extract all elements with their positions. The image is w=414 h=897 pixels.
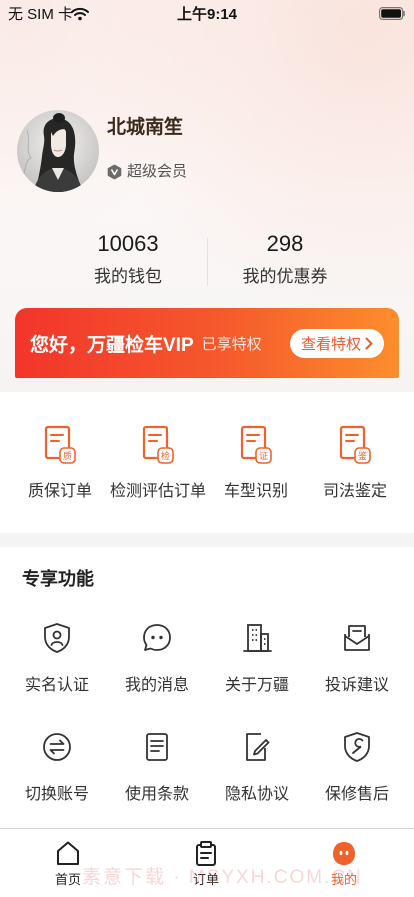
shield-wrench-icon bbox=[344, 732, 370, 762]
avatar[interactable] bbox=[17, 110, 99, 192]
feature-label: 实名认证 bbox=[24, 677, 89, 694]
feature-messages[interactable]: 我的消息 bbox=[107, 621, 207, 711]
inspection-document-icon: 检 bbox=[142, 425, 174, 464]
switch-account-icon bbox=[43, 733, 71, 761]
chevron-right-icon bbox=[365, 337, 373, 350]
order-item-model-recognition[interactable]: 证 车型识别 bbox=[206, 392, 306, 533]
order-badge-text: 证 bbox=[259, 451, 268, 461]
feature-real-name[interactable]: 实名认证 bbox=[7, 621, 107, 711]
warranty-document-icon: 质 bbox=[44, 425, 76, 464]
order-label-judicial-appraisal: 司法鉴定 bbox=[322, 483, 387, 500]
mail-document-icon bbox=[344, 625, 370, 651]
tab-mine[interactable]: 我的 bbox=[294, 829, 394, 896]
feature-label: 使用条款 bbox=[124, 786, 189, 803]
feature-label: 保修售后 bbox=[324, 786, 389, 803]
status-time: 上午9:14 bbox=[176, 6, 238, 23]
coupon-value: 298 bbox=[266, 231, 304, 256]
features-section: 专享功能 实名认证 我的消息 关于万疆 投诉建议 切换账号 使用条款 隐私协议 … bbox=[0, 547, 414, 828]
order-item-warranty[interactable]: 质 质保订单 bbox=[10, 392, 110, 533]
building-icon bbox=[243, 624, 272, 652]
order-item-judicial-appraisal[interactable]: 鉴 司法鉴定 bbox=[305, 392, 405, 533]
view-privileges-button[interactable]: 查看特权 bbox=[290, 329, 384, 358]
features-title: 专享功能 bbox=[22, 569, 94, 589]
appraisal-document-icon: 鉴 bbox=[339, 425, 371, 464]
order-label-warranty: 质保订单 bbox=[27, 483, 92, 500]
order-badge-text: 鉴 bbox=[358, 450, 367, 461]
tab-home-label: 首页 bbox=[54, 872, 81, 887]
home-icon bbox=[57, 841, 79, 865]
vip-banner-text: 您好，万疆检车VIP 已享特权 bbox=[30, 308, 262, 378]
orders-section: 质 质保订单 检 检测评估订单 证 车型识别 鉴 司法鉴定 bbox=[0, 392, 414, 533]
coupon-stat[interactable]: 298 我的优惠券 bbox=[205, 230, 365, 289]
feature-switch-account[interactable]: 切换账号 bbox=[7, 730, 107, 820]
clipboard-icon bbox=[196, 841, 216, 866]
vip-greeting: 您好，万疆检车VIP bbox=[30, 334, 194, 356]
document-icon bbox=[146, 733, 168, 761]
tab-bar: 首页 订单 我的 bbox=[0, 828, 414, 897]
order-label-inspection: 检测评估订单 bbox=[109, 483, 206, 500]
document-edit-icon bbox=[246, 733, 270, 761]
message-bubble-icon bbox=[143, 624, 171, 651]
coupon-label: 我的优惠券 bbox=[242, 267, 328, 286]
feature-warranty-service[interactable]: 保修售后 bbox=[307, 730, 407, 820]
feature-privacy[interactable]: 隐私协议 bbox=[207, 730, 307, 820]
model-document-icon: 证 bbox=[240, 425, 272, 464]
tab-orders[interactable]: 订单 bbox=[156, 829, 256, 896]
order-badge-text: 质 bbox=[63, 450, 72, 461]
tab-home[interactable]: 首页 bbox=[18, 829, 118, 896]
mine-face-icon bbox=[333, 842, 355, 865]
wallet-value: 10063 bbox=[97, 231, 159, 256]
battery-icon bbox=[379, 7, 405, 20]
tab-mine-label: 我的 bbox=[330, 872, 357, 887]
feature-label: 关于万疆 bbox=[224, 677, 289, 694]
order-badge-text: 检 bbox=[161, 450, 170, 461]
member-level-label: 超级会员 bbox=[127, 163, 188, 180]
tab-orders-label: 订单 bbox=[192, 872, 219, 887]
order-label-model-recognition: 车型识别 bbox=[223, 483, 288, 500]
wallet-stat[interactable]: 10063 我的钱包 bbox=[48, 230, 208, 289]
feature-label: 投诉建议 bbox=[324, 677, 389, 694]
feature-terms[interactable]: 使用条款 bbox=[107, 730, 207, 820]
feature-feedback[interactable]: 投诉建议 bbox=[307, 621, 407, 711]
vip-status: 已享特权 bbox=[201, 335, 262, 353]
order-item-inspection[interactable]: 检 检测评估订单 bbox=[108, 392, 208, 533]
member-level[interactable]: 超级会员 bbox=[107, 163, 187, 181]
wallet-label: 我的钱包 bbox=[94, 267, 162, 286]
profile-name[interactable]: 北城南笙 bbox=[107, 115, 183, 141]
feature-about[interactable]: 关于万疆 bbox=[207, 621, 307, 711]
shield-user-icon bbox=[44, 623, 70, 653]
member-badge-icon bbox=[107, 164, 122, 180]
feature-label: 切换账号 bbox=[24, 786, 89, 803]
view-privileges-label: 查看特权 bbox=[300, 336, 361, 353]
feature-label: 我的消息 bbox=[124, 677, 189, 694]
vip-banner: 您好，万疆检车VIP 已享特权 查看特权 bbox=[15, 308, 399, 378]
feature-label: 隐私协议 bbox=[224, 786, 289, 803]
